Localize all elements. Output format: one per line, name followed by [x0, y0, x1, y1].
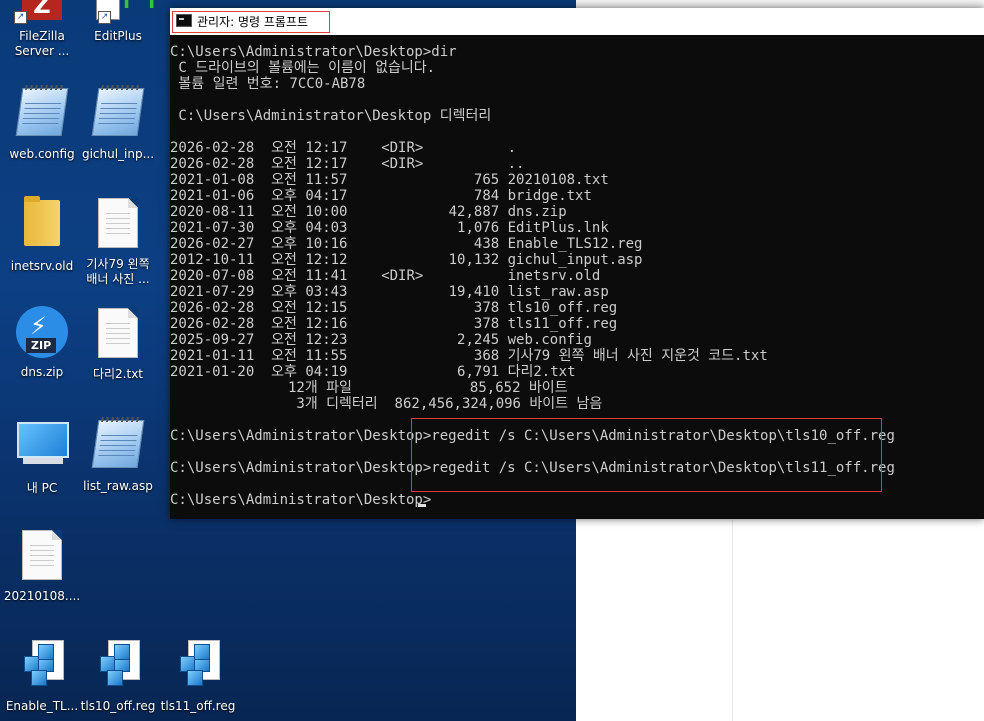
background-window-divider [732, 520, 733, 721]
desktop-icon-my-pc[interactable]: 내 PC [0, 416, 84, 496]
console-line: C 드라이브의 볼륨에는 이름이 없습니다. [170, 60, 436, 76]
desktop-icon-label: Enable_TL... [5, 699, 79, 713]
desktop-icon-inetsrv-old[interactable]: inetsrv.old [0, 196, 84, 274]
notepad-file-icon [88, 88, 148, 144]
desktop-icon-label: 내 PC [26, 481, 58, 495]
console-line: 2021-01-20 오후 04:19 6,791 다리2.txt [170, 364, 576, 380]
console-line: 볼륨 일련 번호: 7CC0-AB78 [170, 76, 366, 92]
desktop-icon-web-config[interactable]: web.config [0, 84, 84, 162]
console-line: C:\Users\Administrator\Desktop>dir [170, 44, 457, 60]
desktop-icon-tls11-off[interactable]: tls11_off.reg [156, 636, 240, 714]
document-icon [12, 530, 72, 586]
desktop-icon-dari2[interactable]: 다리2.txt [76, 304, 160, 382]
console-line: 12개 파일 85,652 바이트 [170, 380, 568, 396]
command-highlight-box [411, 418, 882, 492]
console-icon [176, 14, 192, 27]
desktop-icon-tls10-off[interactable]: tls10_off.reg [76, 636, 160, 714]
console-line: 2026-02-27 오후 10:16 438 Enable_TLS12.reg [170, 236, 643, 252]
desktop-icon-label: gichul_inp... [81, 147, 155, 161]
console-output[interactable]: C:\Users\Administrator\Desktop>dir C 드라이… [170, 44, 984, 519]
desktop-icon-label: list_raw.asp [83, 479, 153, 493]
console-line: 3개 디렉터리 862,456,324,096 바이트 남음 [170, 396, 603, 412]
window-titlebar[interactable]: 관리자: 명령 프롬프트 [170, 8, 984, 35]
console-cursor [418, 504, 426, 507]
console-line: 2026-02-28 오전 12:15 378 tls10_off.reg [170, 300, 618, 316]
desktop-icon-editplus[interactable]: ++ ↗ EditPlus [76, 0, 164, 44]
desktop-icon-label: FileZilla Server ... [14, 29, 70, 58]
console-line: 2020-08-11 오전 10:00 42,887 dns.zip [170, 204, 567, 220]
desktop-icon-article79[interactable]: 기사79 왼쪽 배너 사진 ... [76, 194, 160, 287]
console-line: 2020-07-08 오전 11:41 <DIR> inetsrv.old [170, 268, 601, 284]
notepad-file-icon [12, 88, 72, 144]
computer-icon [12, 422, 72, 478]
filezilla-icon: Z ↗ [12, 0, 72, 26]
desktop-icon-enable-tls[interactable]: Enable_TL... [0, 636, 84, 714]
document-icon [88, 308, 148, 364]
desktop-icon-dns-zip[interactable]: ⚡ ZIP dns.zip [0, 304, 84, 380]
desktop-icon-filezilla[interactable]: Z ↗ FileZilla Server ... [0, 0, 84, 59]
zip-icon: ⚡ ZIP [12, 306, 72, 362]
console-line: C:\Users\Administrator\Desktop 디렉터리 [170, 108, 492, 124]
desktop-icon-list-raw[interactable]: list_raw.asp [76, 416, 160, 494]
desktop-icon-label: tls10_off.reg [80, 699, 156, 713]
desktop-icon-label: 20210108.... [3, 589, 81, 603]
console-line: 2021-01-06 오후 04:17 784 bridge.txt [170, 188, 592, 204]
desktop-icon-label: inetsrv.old [10, 259, 74, 273]
folder-icon [12, 196, 72, 256]
desktop-icon-label: 다리2.txt [92, 367, 144, 381]
console-line: 2026-02-28 오전 12:17 <DIR> . [170, 140, 517, 156]
console-line: C:\Users\Administrator\Desktop> [170, 492, 432, 508]
editplus-icon: ++ ↗ [88, 0, 164, 26]
registry-file-icon [168, 640, 228, 696]
console-line: 2021-07-30 오후 04:03 1,076 EditPlus.lnk [170, 220, 609, 236]
registry-file-icon [12, 640, 72, 696]
desktop-icon-label: EditPlus [94, 29, 142, 43]
console-line: 2026-02-28 오전 12:16 378 tls11_off.reg [170, 316, 618, 332]
window-title: 관리자: 명령 프롬프트 [197, 15, 309, 29]
notepad-file-icon [88, 420, 148, 476]
desktop-icon-label: tls11_off.reg [160, 699, 236, 713]
console-line: 2026-02-28 오전 12:17 <DIR> .. [170, 156, 525, 172]
desktop-icon-label: web.config [9, 147, 75, 161]
console-line: 2021-07-29 오후 03:43 19,410 list_raw.asp [170, 284, 609, 300]
desktop-icon-gichul-input[interactable]: gichul_inp... [76, 84, 160, 162]
document-icon [88, 198, 148, 254]
desktop-icon-label: 기사79 왼쪽 배너 사진 ... [86, 257, 150, 286]
desktop-icon-20210108[interactable]: 20210108.... [0, 526, 84, 604]
registry-file-icon [88, 640, 148, 696]
console-line: 2021-01-11 오전 11:55 368 기사79 왼쪽 배너 사진 지운… [170, 348, 768, 364]
console-line: 2021-01-08 오전 11:57 765 20210108.txt [170, 172, 609, 188]
console-line: 2012-10-11 오전 12:12 10,132 gichul_input.… [170, 252, 643, 268]
desktop-icon-label: dns.zip [20, 365, 64, 379]
console-line: 2025-09-27 오전 12:23 2,245 web.config [170, 332, 592, 348]
command-prompt-window[interactable]: 관리자: 명령 프롬프트 C:\Users\Administrator\Desk… [170, 8, 984, 519]
